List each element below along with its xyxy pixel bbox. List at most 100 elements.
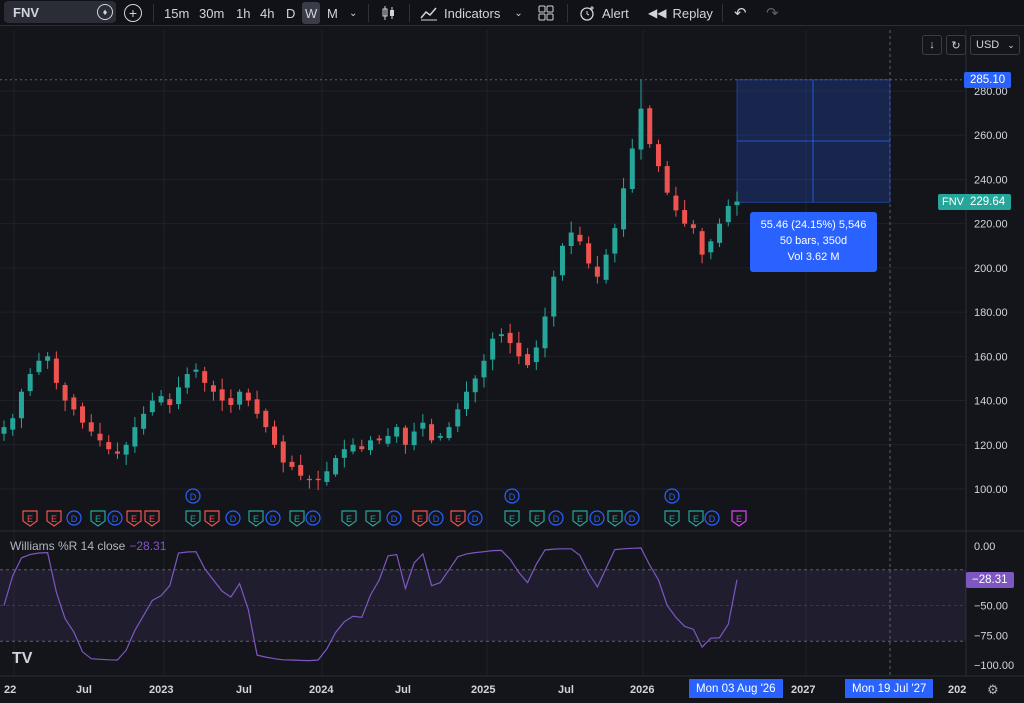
timeframe-chevron-down-icon[interactable]: ⌄	[349, 0, 357, 26]
time-axis-label: 2027	[791, 684, 815, 696]
candle-body	[621, 188, 627, 230]
candle-body	[507, 332, 513, 344]
candle-body	[594, 266, 600, 277]
candle-body	[446, 427, 452, 439]
candle-body	[568, 232, 574, 246]
indicators-button[interactable]: Indicators ⌄	[420, 0, 523, 26]
candle-body	[551, 276, 557, 317]
top-toolbar: FNV ♦ + 15m 30m 1h 4h D W M ⌄ Indicators…	[0, 0, 1024, 26]
candle-body	[245, 392, 251, 401]
earnings-letter: E	[455, 514, 461, 524]
candle-body	[324, 471, 330, 482]
tf-15m[interactable]: 15m	[164, 0, 189, 26]
redo-icon[interactable]: ↷	[766, 0, 779, 26]
time-axis-label: 2025	[471, 684, 495, 696]
dividend-letter: D	[433, 514, 440, 524]
candle-body	[202, 371, 208, 383]
tf-4h[interactable]: 4h	[260, 0, 274, 26]
time-axis-label: Jul	[558, 684, 574, 696]
candle-body	[280, 441, 286, 463]
candle-body	[690, 224, 696, 229]
tf-d[interactable]: D	[286, 0, 295, 26]
candles-chart-type-icon[interactable]	[381, 0, 397, 26]
williams-r-legend[interactable]: Williams %R 14 close −28.31	[10, 539, 166, 553]
candle-body	[106, 442, 112, 450]
candle-body	[184, 374, 190, 388]
candle-body	[647, 108, 653, 145]
earnings-letter: E	[294, 514, 300, 524]
watchlist-diamond-icon[interactable]: ♦	[97, 4, 113, 20]
williams-axis-label: −75.00	[974, 630, 1008, 642]
candle-body	[263, 410, 269, 428]
alarm-clock-icon	[580, 5, 594, 21]
candle-body	[350, 444, 356, 452]
candle-body	[498, 334, 504, 337]
williams-axis-label: 0.00	[974, 541, 995, 553]
rewind-icon: ◀◀	[648, 6, 667, 20]
earnings-letter: E	[51, 514, 57, 524]
earnings-letter: E	[346, 514, 352, 524]
dividend-letter: D	[270, 514, 277, 524]
alert-button[interactable]: Alert	[579, 0, 629, 26]
candle-body	[158, 396, 164, 403]
earnings-letter: E	[131, 514, 137, 524]
dividend-letter: D	[669, 492, 676, 502]
candle-body	[10, 418, 16, 430]
dividend-letter: D	[190, 492, 197, 502]
candle-body	[402, 427, 408, 445]
layouts-grid-icon[interactable]	[538, 0, 554, 26]
candle-body	[455, 409, 461, 427]
time-axis-label: 202	[948, 684, 966, 696]
time-axis-label: Jul	[236, 684, 252, 696]
earnings-letter: E	[612, 514, 618, 524]
candle-body	[149, 400, 155, 413]
measure-bars: 50 bars, 350d	[779, 235, 848, 247]
candle-body	[132, 427, 138, 447]
williams-axis-label: −100.00	[974, 660, 1014, 672]
candle-body	[708, 241, 714, 253]
dividend-letter: D	[391, 514, 398, 524]
candle-body	[1, 427, 7, 434]
earnings-letter: E	[736, 514, 742, 524]
candle-body	[385, 435, 391, 444]
replay-button[interactable]: ◀◀ Replay	[648, 0, 713, 26]
earnings-letter: E	[95, 514, 101, 524]
earnings-letter: E	[669, 514, 675, 524]
candle-body	[18, 391, 24, 419]
dividend-letter: D	[709, 514, 716, 524]
tf-w-active[interactable]: W	[302, 2, 321, 24]
dividend-letter: D	[629, 514, 636, 524]
high-price-tag: 285.10	[964, 72, 1012, 88]
candle-body	[315, 478, 321, 481]
time-axis-label: 2024	[309, 684, 334, 696]
candle-body	[167, 399, 173, 405]
tf-1h[interactable]: 1h	[236, 0, 250, 26]
candle-body	[333, 458, 339, 475]
candle-body	[45, 356, 51, 361]
earnings-letter: E	[253, 514, 259, 524]
settings-gear-icon[interactable]: ⚙	[987, 682, 999, 698]
earnings-letter: E	[149, 514, 155, 524]
candle-body	[673, 195, 679, 211]
symbol-search[interactable]: FNV ♦	[4, 1, 116, 23]
tf-m[interactable]: M	[327, 0, 338, 26]
tradingview-logo[interactable]: TV	[12, 650, 32, 668]
time-axis-label: 2026	[630, 684, 654, 696]
candle-body	[664, 166, 670, 193]
candle-body	[114, 451, 120, 454]
candle-body	[298, 464, 304, 476]
candle-body	[638, 108, 644, 150]
williams-r-tag: −28.31	[966, 572, 1014, 588]
candle-body	[341, 449, 347, 458]
candle-body	[306, 478, 312, 481]
undo-icon[interactable]: ↶	[734, 0, 747, 26]
candle-body	[420, 422, 426, 429]
add-symbol-plus-icon[interactable]: +	[124, 0, 142, 26]
candle-body	[463, 391, 469, 410]
tf-30m[interactable]: 30m	[199, 0, 224, 26]
price-chart[interactable]: E E D E D E E E E D E D E D E E D E D E D E E D E D E D E E D ED D D 280.…	[0, 27, 1024, 703]
price-axis-label: 200.00	[974, 263, 1008, 275]
earnings-letter: E	[190, 514, 196, 524]
candle-body	[725, 205, 731, 223]
candle-body	[717, 223, 723, 243]
